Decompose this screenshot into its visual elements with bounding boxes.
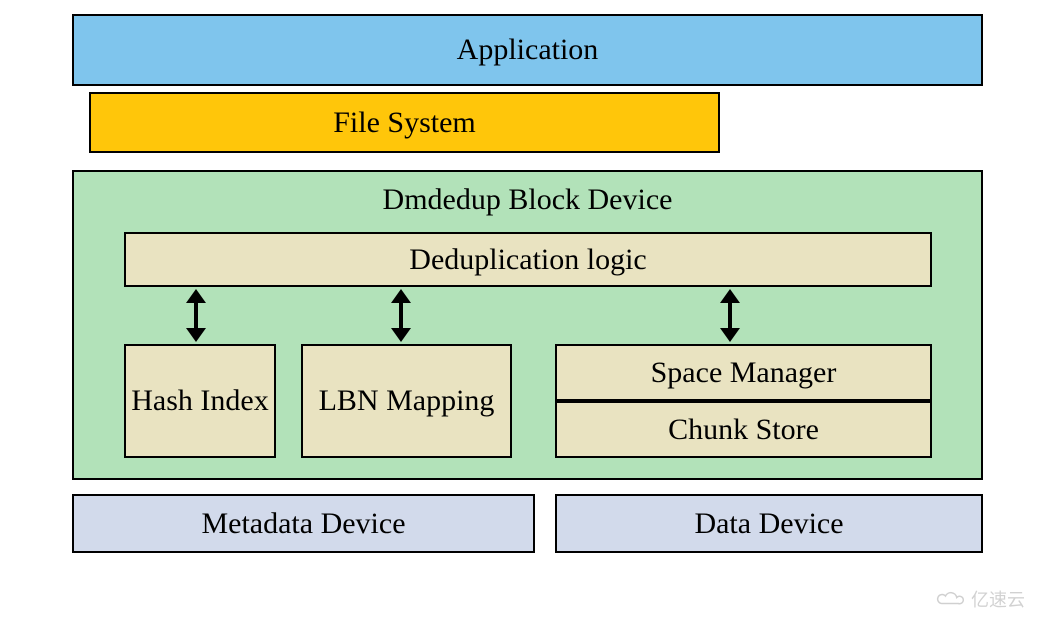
metadata-device-box: Metadata Device xyxy=(72,494,535,553)
filesystem-layer: File System xyxy=(89,92,720,153)
data-device-box: Data Device xyxy=(555,494,983,553)
deduplication-logic-label: Deduplication logic xyxy=(409,242,646,278)
cloud-icon xyxy=(935,589,965,609)
arrow-space-manager xyxy=(720,289,740,342)
arrow-lbn-mapping xyxy=(391,289,411,342)
deduplication-logic-box: Deduplication logic xyxy=(124,232,932,287)
application-layer: Application xyxy=(72,14,983,86)
chunk-store-box: Chunk Store xyxy=(555,401,932,458)
arrow-hash-index xyxy=(186,289,206,342)
lbn-mapping-label: LBN Mapping xyxy=(319,383,495,419)
chunk-store-label: Chunk Store xyxy=(668,412,819,448)
metadata-device-label: Metadata Device xyxy=(201,506,405,542)
space-manager-box: Space Manager xyxy=(555,344,932,401)
watermark-text: 亿速云 xyxy=(971,586,1025,612)
data-device-label: Data Device xyxy=(694,506,843,542)
hash-index-label: Hash Index xyxy=(131,383,268,419)
filesystem-label: File System xyxy=(333,105,476,141)
application-label: Application xyxy=(457,32,599,68)
space-manager-label: Space Manager xyxy=(651,355,837,391)
hash-index-box: Hash Index xyxy=(124,344,276,458)
lbn-mapping-box: LBN Mapping xyxy=(301,344,512,458)
dmdedup-title: Dmdedup Block Device xyxy=(74,182,981,218)
watermark: 亿速云 xyxy=(935,586,1025,612)
